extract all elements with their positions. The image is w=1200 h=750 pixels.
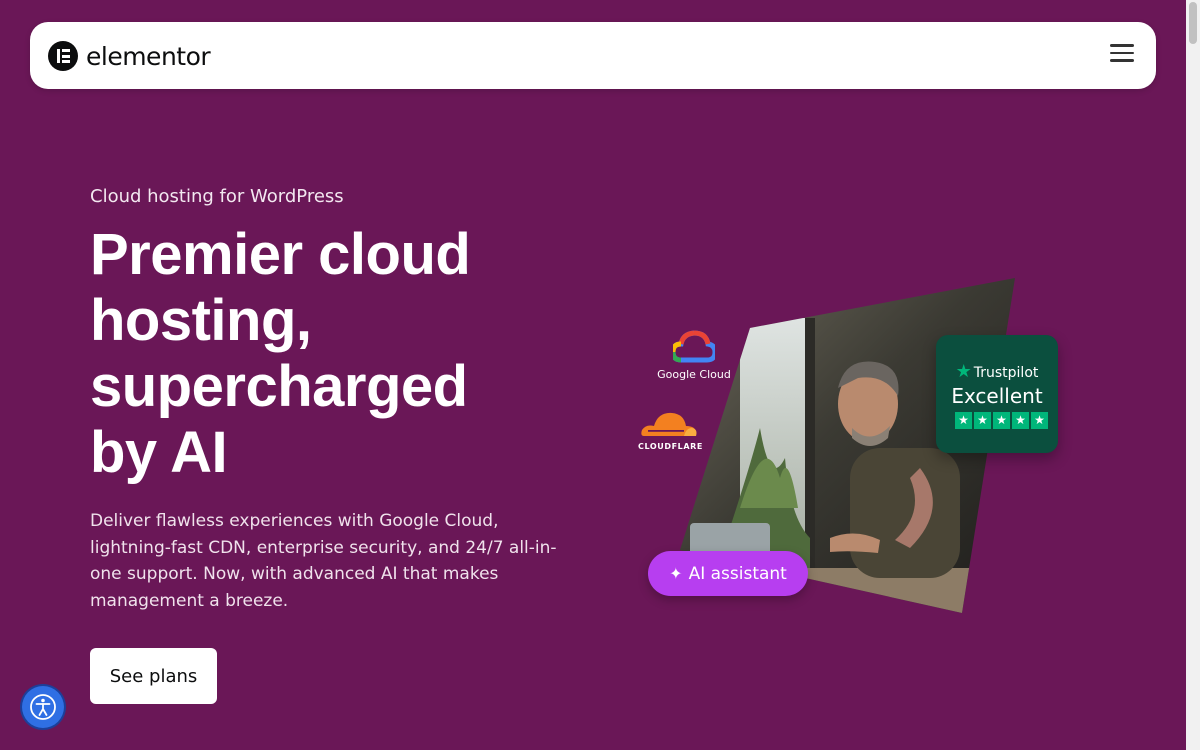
google-cloud-logo-icon: [673, 330, 715, 363]
page: elementor Cloud hosting for WordPress Pr…: [0, 0, 1200, 750]
sparkle-icon: ✦: [669, 564, 683, 583]
trustpilot-brand: ★ Trustpilot: [955, 361, 1039, 382]
star-icon: ★: [974, 412, 991, 429]
star-icon: ★: [955, 412, 972, 429]
hero-description: Deliver flawless experiences with Google…: [90, 511, 557, 611]
accessibility-button[interactable]: [22, 686, 64, 728]
see-plans-button[interactable]: See plans: [90, 648, 217, 704]
trustpilot-rating: Excellent: [951, 384, 1043, 408]
page-scrollbar[interactable]: [1186, 0, 1200, 750]
accessibility-icon: [30, 694, 56, 720]
hero-eyebrow: Cloud hosting for WordPress: [90, 186, 344, 207]
cloudflare-label: CLOUDFLARE: [638, 442, 703, 451]
elementor-logo-icon: [48, 41, 78, 71]
brand-name: elementor: [86, 41, 211, 71]
hamburger-menu-icon[interactable]: [1110, 44, 1134, 66]
trustpilot-badge: ★ Trustpilot Excellent ★ ★ ★ ★ ★: [936, 335, 1058, 453]
cloudflare-logo-icon: [641, 412, 697, 436]
star-icon: ★: [1012, 412, 1029, 429]
star-icon: ★: [993, 412, 1010, 429]
star-icon: ★: [1031, 412, 1048, 429]
ai-assistant-badge: ✦ AI assistant: [648, 551, 808, 596]
trustpilot-stars: ★ ★ ★ ★ ★: [955, 412, 1048, 429]
ai-assistant-label: AI assistant: [688, 563, 787, 584]
google-cloud-label: Google Cloud: [657, 368, 731, 381]
scrollbar-thumb[interactable]: [1189, 2, 1197, 44]
elementor-logo-link[interactable]: elementor: [48, 39, 211, 73]
trustpilot-star-icon: ★: [955, 361, 972, 382]
site-header: elementor: [30, 22, 1156, 89]
hero-headline: Premier cloud hosting, supercharged by A…: [90, 222, 471, 485]
